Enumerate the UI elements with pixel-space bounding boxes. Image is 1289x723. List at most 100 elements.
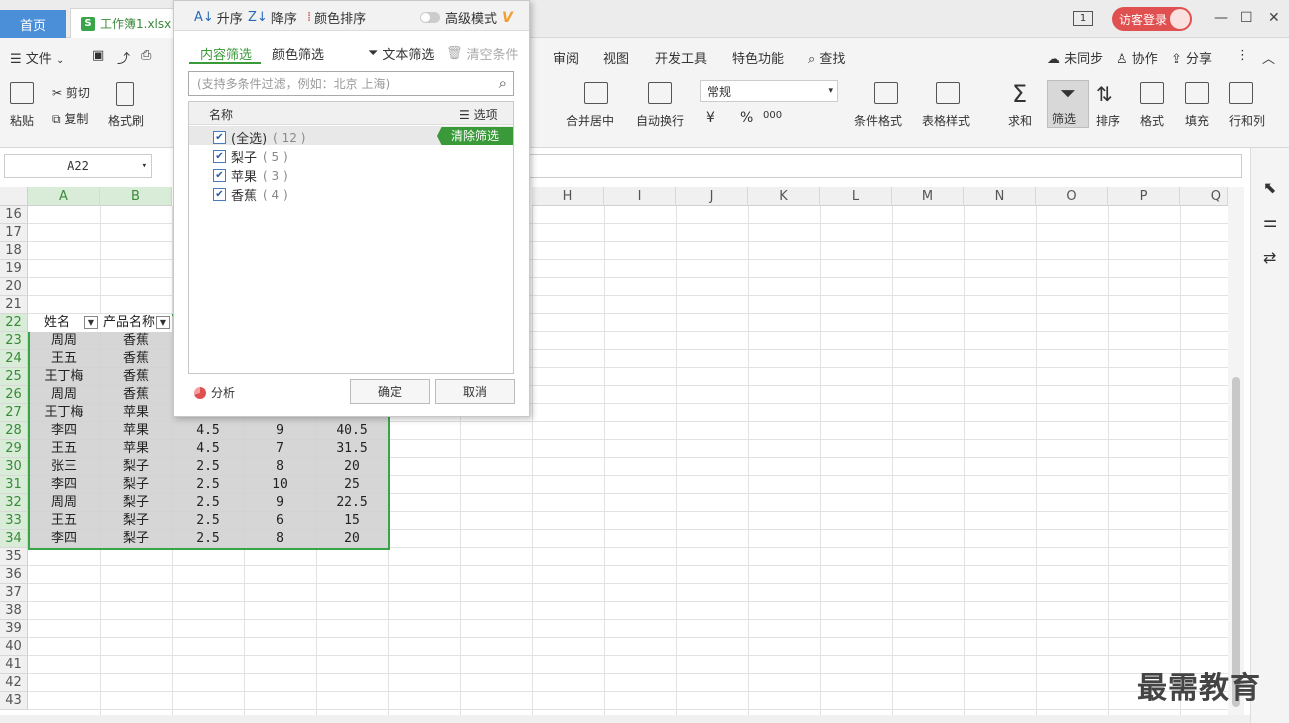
- row-header[interactable]: 23: [0, 332, 28, 350]
- row-header[interactable]: 31: [0, 476, 28, 494]
- tab-color-filter[interactable]: 颜色筛选: [272, 44, 324, 63]
- row-header[interactable]: 21: [0, 296, 28, 314]
- thousands-button[interactable]: 000: [763, 110, 782, 121]
- row-header[interactable]: 29: [0, 440, 28, 458]
- sum-button[interactable]: Σ 求和: [1008, 82, 1032, 129]
- search-icon[interactable]: ⌕: [499, 74, 507, 92]
- table-cell[interactable]: 王丁梅: [28, 404, 100, 422]
- filter-item-apple[interactable]: ✔ 苹果 ( 3 ): [213, 166, 288, 185]
- table-cell[interactable]: 31.5: [316, 440, 388, 458]
- row-header[interactable]: 19: [0, 260, 28, 278]
- column-header-n[interactable]: N: [964, 187, 1036, 206]
- row-header[interactable]: 24: [0, 350, 28, 368]
- share-button[interactable]: ⇪ 分享: [1171, 48, 1212, 67]
- column-header-l[interactable]: L: [820, 187, 892, 206]
- column-header-o[interactable]: O: [1036, 187, 1108, 206]
- conditional-format-button[interactable]: 条件格式: [854, 82, 902, 129]
- table-style-button[interactable]: 表格样式: [922, 82, 970, 129]
- cursor-icon[interactable]: ⬉: [1263, 178, 1276, 197]
- table-cell[interactable]: 梨子: [100, 494, 172, 512]
- column-header-h[interactable]: H: [532, 187, 604, 206]
- table-cell[interactable]: 李四: [28, 476, 100, 494]
- filter-item-banana[interactable]: ✔ 香蕉 ( 4 ): [213, 185, 288, 204]
- print-icon[interactable]: ⎙: [141, 48, 151, 63]
- table-cell[interactable]: 4.5: [172, 422, 244, 440]
- cut-button[interactable]: ✂ 剪切: [52, 84, 90, 101]
- name-box[interactable]: A22 ▾: [4, 154, 152, 178]
- filter-search-input[interactable]: (支持多条件过滤，例如：北京 上海) ⌕: [188, 71, 514, 96]
- row-header[interactable]: 39: [0, 620, 28, 638]
- select-all-corner[interactable]: [0, 187, 28, 206]
- table-cell[interactable]: 9: [244, 494, 316, 512]
- row-header[interactable]: 18: [0, 242, 28, 260]
- table-cell[interactable]: 2.5: [172, 512, 244, 530]
- sort-ascending-button[interactable]: A↓ 升序: [194, 8, 243, 27]
- text-filter-button[interactable]: ⏷ 文本筛选: [368, 44, 434, 63]
- row-header[interactable]: 16: [0, 206, 28, 224]
- table-cell[interactable]: 香蕉: [100, 368, 172, 386]
- cancel-button[interactable]: 取消: [435, 379, 515, 404]
- table-cell[interactable]: 周周: [28, 332, 100, 350]
- tab-workbook[interactable]: S 工作簿1.xlsx: [70, 8, 180, 38]
- row-header[interactable]: 28: [0, 422, 28, 440]
- filter-item-select-all[interactable]: ✔ (全选) ( 12 ): [213, 128, 305, 147]
- column-header-i[interactable]: I: [604, 187, 676, 206]
- save-icon[interactable]: ▣: [92, 48, 104, 63]
- analysis-button[interactable]: 分析: [194, 384, 235, 401]
- clear-conditions-button[interactable]: 🗑 清空条件: [446, 44, 519, 63]
- table-cell[interactable]: 张三: [28, 458, 100, 476]
- table-cell[interactable]: 梨子: [100, 512, 172, 530]
- table-cell[interactable]: 王丁梅: [28, 368, 100, 386]
- table-cell[interactable]: 香蕉: [100, 332, 172, 350]
- table-cell[interactable]: 王五: [28, 512, 100, 530]
- column-header-b[interactable]: B: [100, 187, 172, 206]
- row-header[interactable]: 27: [0, 404, 28, 422]
- row-header[interactable]: 34: [0, 530, 28, 548]
- row-header[interactable]: 40: [0, 638, 28, 656]
- table-cell[interactable]: 王五: [28, 350, 100, 368]
- color-sort-button[interactable]: ⁞ 颜色排序: [307, 8, 366, 27]
- table-cell[interactable]: 梨子: [100, 458, 172, 476]
- merge-center-button[interactable]: 合并居中: [566, 82, 614, 129]
- row-header[interactable]: 26: [0, 386, 28, 404]
- clear-filter-button[interactable]: 清除筛选: [437, 127, 513, 145]
- row-header[interactable]: 25: [0, 368, 28, 386]
- settings-sliders-icon[interactable]: ⚌: [1263, 212, 1277, 231]
- table-cell[interactable]: 苹果: [100, 422, 172, 440]
- search-menu[interactable]: ⌕ 查找: [808, 48, 845, 67]
- more-icon[interactable]: ⋮: [1236, 48, 1249, 63]
- menu-special[interactable]: 特色功能: [732, 48, 784, 67]
- wrap-text-button[interactable]: 自动换行: [636, 82, 684, 129]
- row-header[interactable]: 38: [0, 602, 28, 620]
- row-header[interactable]: 33: [0, 512, 28, 530]
- table-cell[interactable]: 8: [244, 458, 316, 476]
- row-header[interactable]: 20: [0, 278, 28, 296]
- row-header[interactable]: 37: [0, 584, 28, 602]
- menu-view[interactable]: 视图: [603, 48, 629, 67]
- guest-login-button[interactable]: 访客登录: [1112, 7, 1192, 31]
- maximize-icon[interactable]: ☐: [1240, 10, 1253, 26]
- sort-descending-button[interactable]: Z↓ 降序: [248, 8, 297, 27]
- table-cell[interactable]: 香蕉: [100, 386, 172, 404]
- options-button[interactable]: ☰ 选项: [459, 106, 498, 123]
- table-cell[interactable]: 20: [316, 458, 388, 476]
- menu-developer[interactable]: 开发工具: [655, 48, 707, 67]
- row-header[interactable]: 42: [0, 674, 28, 692]
- tab-content-filter[interactable]: 内容筛选: [200, 44, 252, 63]
- vertical-scrollbar[interactable]: [1228, 187, 1244, 715]
- table-cell[interactable]: 梨子: [100, 476, 172, 494]
- column-header-k[interactable]: K: [748, 187, 820, 206]
- filter-button[interactable]: ⏷ 筛选: [1047, 80, 1089, 128]
- filter-dropdown-icon[interactable]: ▼: [84, 316, 98, 329]
- advanced-mode-toggle[interactable]: 高级模式 V: [420, 8, 513, 27]
- scrollbar-thumb[interactable]: [1232, 377, 1240, 707]
- table-cell[interactable]: 22.5: [316, 494, 388, 512]
- formula-bar[interactable]: [520, 154, 1242, 178]
- table-cell[interactable]: 6: [244, 512, 316, 530]
- row-header[interactable]: 22: [0, 314, 28, 332]
- row-col-button[interactable]: 行和列: [1229, 82, 1265, 129]
- table-cell[interactable]: 4.5: [172, 440, 244, 458]
- table-cell[interactable]: 8: [244, 530, 316, 548]
- column-header-m[interactable]: M: [892, 187, 964, 206]
- table-cell[interactable]: 15: [316, 512, 388, 530]
